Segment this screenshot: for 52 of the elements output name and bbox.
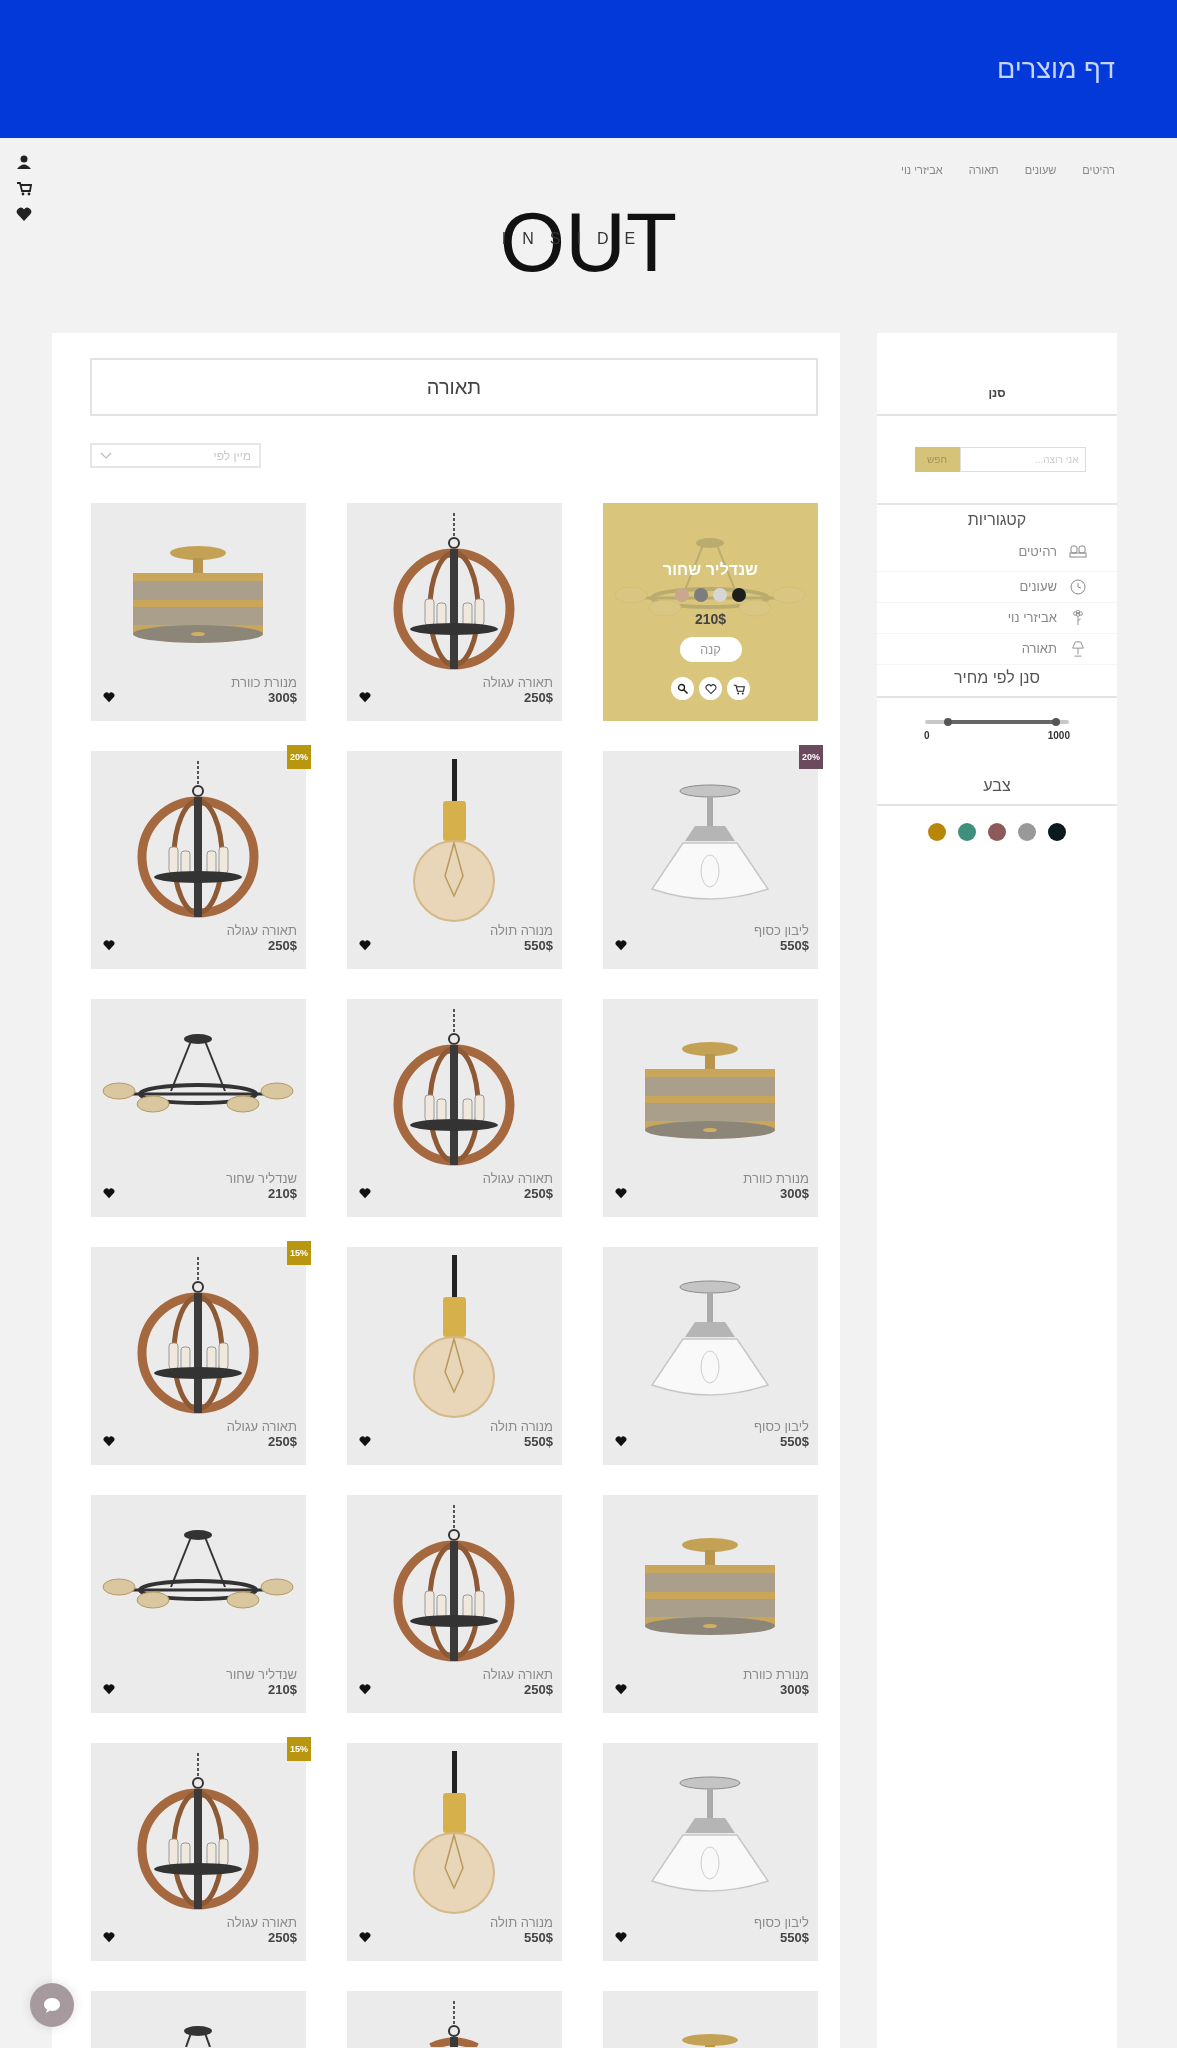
product-name: מנורת כוורת (231, 675, 297, 690)
product-price: 250$ (523, 690, 553, 705)
product-price: 550$ (523, 938, 553, 953)
product-price: 550$ (779, 938, 809, 953)
product-name: מנורת כוורת (743, 1171, 809, 1186)
product-name: שנדליר שחור (226, 1667, 297, 1682)
product-price: 250$ (523, 1682, 553, 1697)
category-item[interactable]: תאורה (877, 634, 1117, 665)
filter-title: סנן (988, 386, 1006, 400)
product-price: 250$ (523, 1186, 553, 1201)
category-title: תאורה (90, 358, 818, 416)
product-name: ליבון כסוף (754, 923, 809, 938)
product-name: תאורה עגולה (482, 675, 553, 690)
product-price: 250$ (267, 938, 297, 953)
max-price-label: 1000 (1047, 730, 1070, 741)
product-name: תאורה עגולה (226, 1915, 297, 1930)
product-name: מנורה תולה (490, 1915, 553, 1930)
product-name: שנדליר שחור (663, 561, 758, 579)
product-name: תאורה עגולה (226, 923, 297, 938)
product-price: 210$ (267, 1682, 297, 1697)
product-price: 300$ (779, 1682, 809, 1697)
discount-badge: 20% (287, 745, 311, 769)
product-name: מנורה תולה (490, 1419, 553, 1434)
product-price: 210$ (267, 1186, 297, 1201)
product-name: תאורה עגולה (482, 1667, 553, 1682)
categories-heading: קטגוריות (966, 510, 1028, 530)
product-price: 550$ (523, 1930, 553, 1945)
product-price: 550$ (779, 1930, 809, 1945)
product-price: 300$ (779, 1186, 809, 1201)
product-name: ליבון כסוף (754, 1915, 809, 1930)
product-name: תאורה עגולה (226, 1419, 297, 1434)
discount-badge: 15% (287, 1737, 311, 1761)
product-name: מנורה תולה (490, 923, 553, 938)
product-name: מנורת כוורת (743, 1667, 809, 1682)
discount-badge: 20% (799, 745, 823, 769)
color-filter-heading: צבע (982, 776, 1012, 796)
product-name: תאורה עגולה (482, 1171, 553, 1186)
category-item[interactable]: שעונים (877, 572, 1117, 603)
product-price: 250$ (267, 1930, 297, 1945)
price-filter-heading: סנן לפי מחיר (952, 668, 1042, 688)
discount-badge: 15% (287, 1241, 311, 1265)
product-name: שנדליר שחור (226, 1171, 297, 1186)
product-price: 550$ (779, 1434, 809, 1449)
product-name: ליבון כסוף (754, 1419, 809, 1434)
product-price: 210$ (694, 611, 727, 627)
category-item[interactable]: אביזרי נוי (877, 603, 1117, 634)
product-price: 550$ (523, 1434, 553, 1449)
product-price: 250$ (267, 1434, 297, 1449)
category-item[interactable]: רהיטים (877, 538, 1117, 572)
product-price: 300$ (267, 690, 297, 705)
page-title: דף מוצרים (997, 53, 1115, 85)
min-price-label: 0 (924, 730, 930, 741)
